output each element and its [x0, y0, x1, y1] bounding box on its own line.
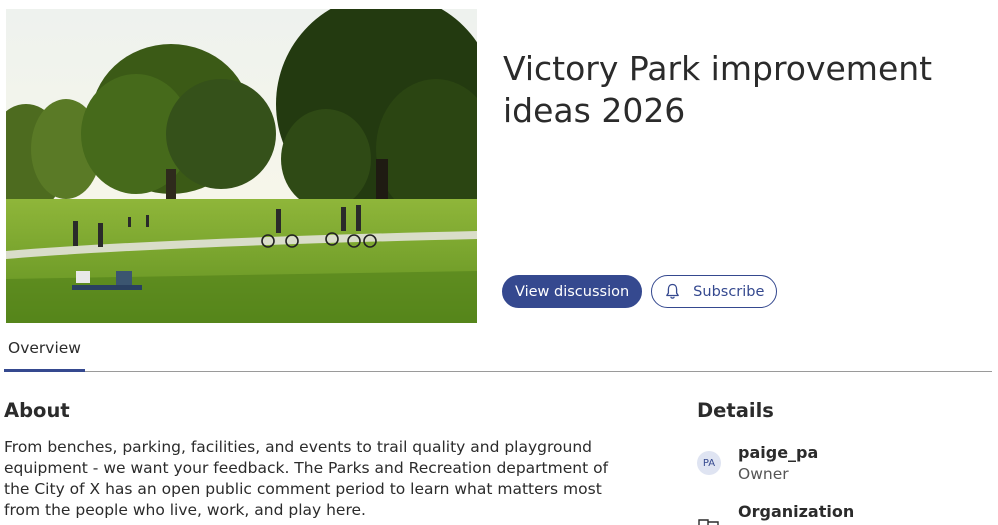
tab-overview[interactable]: Overview — [4, 333, 85, 372]
subscribe-label: Subscribe — [693, 283, 765, 300]
about-heading: About — [4, 399, 70, 422]
bell-icon — [666, 283, 680, 299]
subscribe-button[interactable]: Subscribe — [651, 275, 778, 308]
park-photo — [6, 9, 477, 323]
details-heading: Details — [697, 399, 774, 422]
owner-name[interactable]: paige_pa — [738, 443, 818, 462]
owner-avatar: PA — [697, 451, 721, 475]
hero-actions: View discussion Subscribe — [502, 275, 778, 308]
building-icon — [698, 519, 719, 525]
page-title: Victory Park improvement ideas 2026 — [503, 49, 933, 130]
organization-label: Organization — [738, 502, 855, 521]
tab-bar: Overview — [4, 333, 992, 372]
owner-role: Owner — [738, 465, 789, 483]
about-text: From benches, parking, facilities, and e… — [4, 438, 609, 519]
hero-image — [6, 9, 477, 323]
view-discussion-button[interactable]: View discussion — [502, 275, 643, 308]
